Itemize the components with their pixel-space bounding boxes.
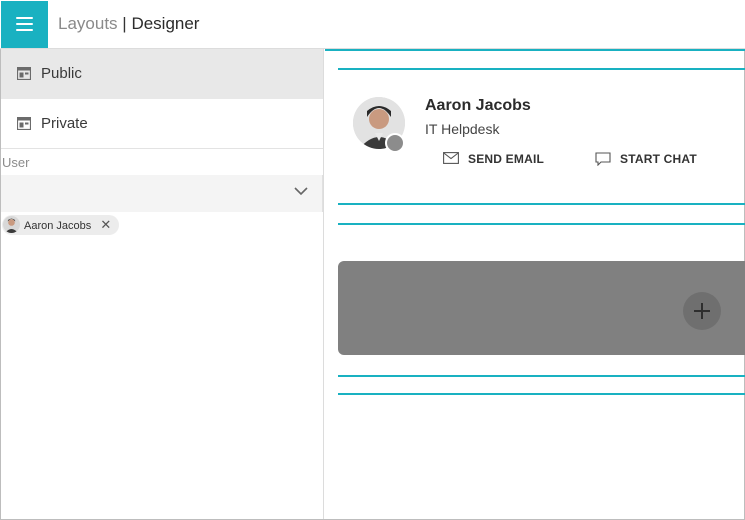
divider [338,375,745,377]
breadcrumb-designer: Designer [131,14,200,33]
app-header: Layouts | Designer [0,0,745,49]
send-email-label: SEND EMAIL [468,152,545,166]
add-button[interactable] [683,292,721,330]
profile-name: Aaron Jacobs [425,97,531,114]
layout-icon [17,117,31,130]
sidebar-item-private[interactable]: Private [1,99,323,149]
designer-canvas: Aaron Jacobs IT Helpdesk SEND EMAIL STAR… [325,49,745,519]
sidebar-item-label: Public [41,65,82,82]
hamburger-icon-bar [16,23,33,25]
user-field-label: User [2,155,30,170]
plus-icon-stroke [701,303,703,319]
user-select[interactable] [1,175,323,212]
presence-indicator [385,133,405,153]
breadcrumb-layouts[interactable]: Layouts [58,14,118,33]
start-chat-label: START CHAT [620,152,697,166]
menu-button[interactable] [1,1,48,48]
user-chip: Aaron Jacobs ✕ [2,215,120,235]
layout-icon [17,67,31,80]
chevron-down-icon [294,187,308,196]
divider [338,68,745,70]
hamburger-icon [16,17,33,19]
divider [338,393,745,395]
profile-department: IT Helpdesk [425,121,500,137]
page-title: Layouts | Designer [58,14,199,34]
sidebar-item-public[interactable]: Public [1,49,323,99]
chip-label: Aaron Jacobs [24,220,92,232]
layouts-sidebar: Public Private User Aaron Jacobs ✕ [1,49,324,519]
chat-icon [595,152,611,166]
divider [338,203,745,205]
start-chat-button[interactable]: START CHAT [595,151,705,169]
send-email-button[interactable]: SEND EMAIL [443,151,553,169]
breadcrumb-separator: | [122,14,127,33]
divider [325,49,745,51]
hamburger-icon-bar [16,29,33,31]
mail-icon [443,152,459,164]
avatar [3,216,20,233]
close-icon[interactable]: ✕ [100,215,111,235]
divider [338,223,745,225]
sidebar-item-label: Private [41,115,88,132]
